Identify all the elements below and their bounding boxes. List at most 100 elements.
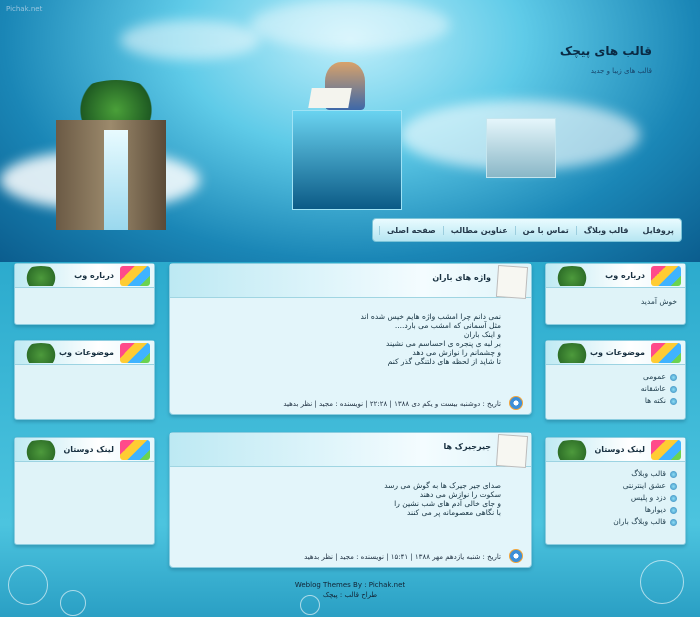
- post-line: سکوت را نوازش می دهند: [419, 490, 501, 499]
- colorful-blocks-icon: [651, 343, 681, 363]
- left-about-box: درباره وب: [14, 263, 155, 325]
- main-nav: صفحه اصلی عناوین مطالب تماس با من قالب و…: [372, 218, 682, 242]
- brand-watermark: Pichak.net: [6, 5, 43, 13]
- tree-icon: [21, 440, 61, 460]
- bullet-icon: [670, 373, 677, 381]
- colorful-blocks-icon: [651, 440, 681, 460]
- post-body: نمی دانم چرا امشب واژه هایم خیس شده اند …: [170, 298, 531, 366]
- bullet-icon: [670, 470, 677, 478]
- post-line: با نگاهی معصومانه پر می کنند: [407, 508, 501, 517]
- bullet-icon: [670, 518, 677, 526]
- nav-home[interactable]: صفحه اصلی: [379, 225, 443, 235]
- list-item[interactable]: دیوارها: [554, 504, 677, 516]
- box-header: درباره وب: [15, 264, 154, 288]
- left-friends-box: لینک دوستان: [14, 437, 155, 545]
- friend-link[interactable]: دیوارها: [645, 504, 666, 516]
- box-header: لینک دوستان: [546, 438, 685, 462]
- box-header: موضوعات وب: [15, 341, 154, 365]
- list-item[interactable]: نکته ها: [554, 395, 677, 407]
- ocean-cube-image: [292, 110, 402, 210]
- bullet-icon: [670, 385, 677, 393]
- paper-birds-icon: [495, 433, 529, 469]
- friend-link[interactable]: قالب وبلاگ: [631, 468, 666, 480]
- topic-link[interactable]: عمومی: [643, 371, 666, 383]
- right-topics-box: موضوعات وب عمومی عاشقانه نکته ها: [545, 340, 686, 420]
- friend-link[interactable]: قالب وبلاگ باران: [613, 516, 666, 528]
- post-line: نمی دانم چرا امشب واژه هایم خیس شده اند: [360, 312, 501, 321]
- topic-link[interactable]: عاشقانه: [641, 383, 666, 395]
- colorful-blocks-icon: [120, 266, 150, 286]
- site-subtitle: قالب های زیبا و جدید: [590, 67, 652, 75]
- post-line: و چشمانم را نوازش می دهد: [412, 348, 501, 357]
- right-about-box: درباره وب خوش آمدید: [545, 263, 686, 325]
- tree-icon: [21, 266, 61, 286]
- bullet-icon: [670, 506, 677, 514]
- box-header: لینک دوستان: [15, 438, 154, 462]
- colorful-blocks-icon: [120, 343, 150, 363]
- post-line: صدای جیر جیرک ها به گوش می رسد: [384, 481, 501, 490]
- left-topics-box: موضوعات وب: [14, 340, 155, 420]
- post-info-icon: [509, 396, 523, 410]
- tree-icon: [552, 343, 592, 363]
- topic-link[interactable]: نکته ها: [645, 395, 666, 407]
- colorful-blocks-icon: [651, 266, 681, 286]
- post-card: جیرجیرک ها صدای جیر جیرک ها به گوش می رس…: [169, 432, 532, 568]
- right-friends-box: لینک دوستان قالب وبلاگ عشق اینترنتی دزد …: [545, 437, 686, 545]
- post-card: واژه های باران نمی دانم چرا امشب واژه ها…: [169, 263, 532, 415]
- island-cube-image: [486, 118, 556, 178]
- post-meta[interactable]: تاریخ : دوشنبه بیست و یکم دی ۱۳۸۸ | ۲۲:۲…: [283, 400, 501, 408]
- footer: Weblog Themes By : Pichak.net طراح قالب …: [0, 580, 700, 600]
- box-title: لینک دوستان: [63, 445, 114, 454]
- colorful-blocks-icon: [120, 440, 150, 460]
- box-title: درباره وب: [605, 271, 645, 280]
- post-line: مثل آسمانی که امشب می بارد....: [394, 321, 501, 330]
- list-item[interactable]: قالب وبلاگ: [554, 468, 677, 480]
- nav-post-titles[interactable]: عناوین مطالب: [442, 225, 515, 235]
- footer-credit[interactable]: Weblog Themes By : Pichak.net: [0, 580, 700, 590]
- post-line: تا شاید از لحظه های دلتنگی گذر کنم: [387, 357, 501, 366]
- list-item[interactable]: عمومی: [554, 371, 677, 383]
- friend-link[interactable]: دزد و پلیس: [631, 492, 666, 504]
- list-item[interactable]: عاشقانه: [554, 383, 677, 395]
- post-line: و اینک باران: [463, 330, 501, 339]
- friends-list: قالب وبلاگ عشق اینترنتی دزد و پلیس دیوار…: [546, 462, 685, 534]
- cloud: [250, 0, 450, 50]
- post-header: واژه های باران: [170, 264, 531, 300]
- bullet-icon: [670, 494, 677, 502]
- book-image: [308, 88, 352, 108]
- waterfall-cube-image: [56, 80, 176, 230]
- box-header: موضوعات وب: [546, 341, 685, 365]
- box-title: موضوعات وب: [58, 348, 114, 357]
- post-line: و جای خالی آدم های شب نشین را: [394, 499, 501, 508]
- friend-link[interactable]: عشق اینترنتی: [623, 480, 666, 492]
- topics-list: عمومی عاشقانه نکته ها: [546, 365, 685, 413]
- list-item[interactable]: قالب وبلاگ باران: [554, 516, 677, 528]
- paper-birds-icon: [495, 264, 529, 300]
- list-item[interactable]: دزد و پلیس: [554, 492, 677, 504]
- post-title[interactable]: واژه های باران: [432, 273, 491, 282]
- tree-icon: [552, 440, 592, 460]
- footer-designer[interactable]: طراح قالب : پیچک: [0, 590, 700, 600]
- box-header: درباره وب: [546, 264, 685, 288]
- post-info-icon: [509, 549, 523, 563]
- post-header: جیرجیرک ها: [170, 433, 531, 469]
- box-title: موضوعات وب: [589, 348, 645, 357]
- tree-icon: [21, 343, 61, 363]
- box-title: درباره وب: [74, 271, 114, 280]
- bullet-icon: [670, 397, 677, 405]
- welcome-text: خوش آمدید: [640, 297, 677, 306]
- post-body: صدای جیر جیرک ها به گوش می رسد سکوت را ن…: [170, 467, 531, 517]
- post-line: بر لبه ی پنجره ی احساسم می نشیند: [386, 339, 501, 348]
- nav-profile[interactable]: پروفایل: [636, 226, 681, 235]
- box-title: لینک دوستان: [594, 445, 645, 454]
- about-text: خوش آمدید: [546, 288, 685, 314]
- nav-weblog-theme[interactable]: قالب وبلاگ: [575, 225, 636, 235]
- cloud: [120, 20, 260, 60]
- nav-contact[interactable]: تماس با من: [514, 225, 576, 235]
- bullet-icon: [670, 482, 677, 490]
- list-item[interactable]: عشق اینترنتی: [554, 480, 677, 492]
- site-title[interactable]: قالب های پیچک: [560, 44, 652, 58]
- tree-icon: [552, 266, 592, 286]
- post-meta[interactable]: تاریخ : شنبه یازدهم مهر ۱۳۸۸ | ۱۵:۴۱ | ن…: [304, 553, 501, 561]
- post-title[interactable]: جیرجیرک ها: [443, 442, 491, 451]
